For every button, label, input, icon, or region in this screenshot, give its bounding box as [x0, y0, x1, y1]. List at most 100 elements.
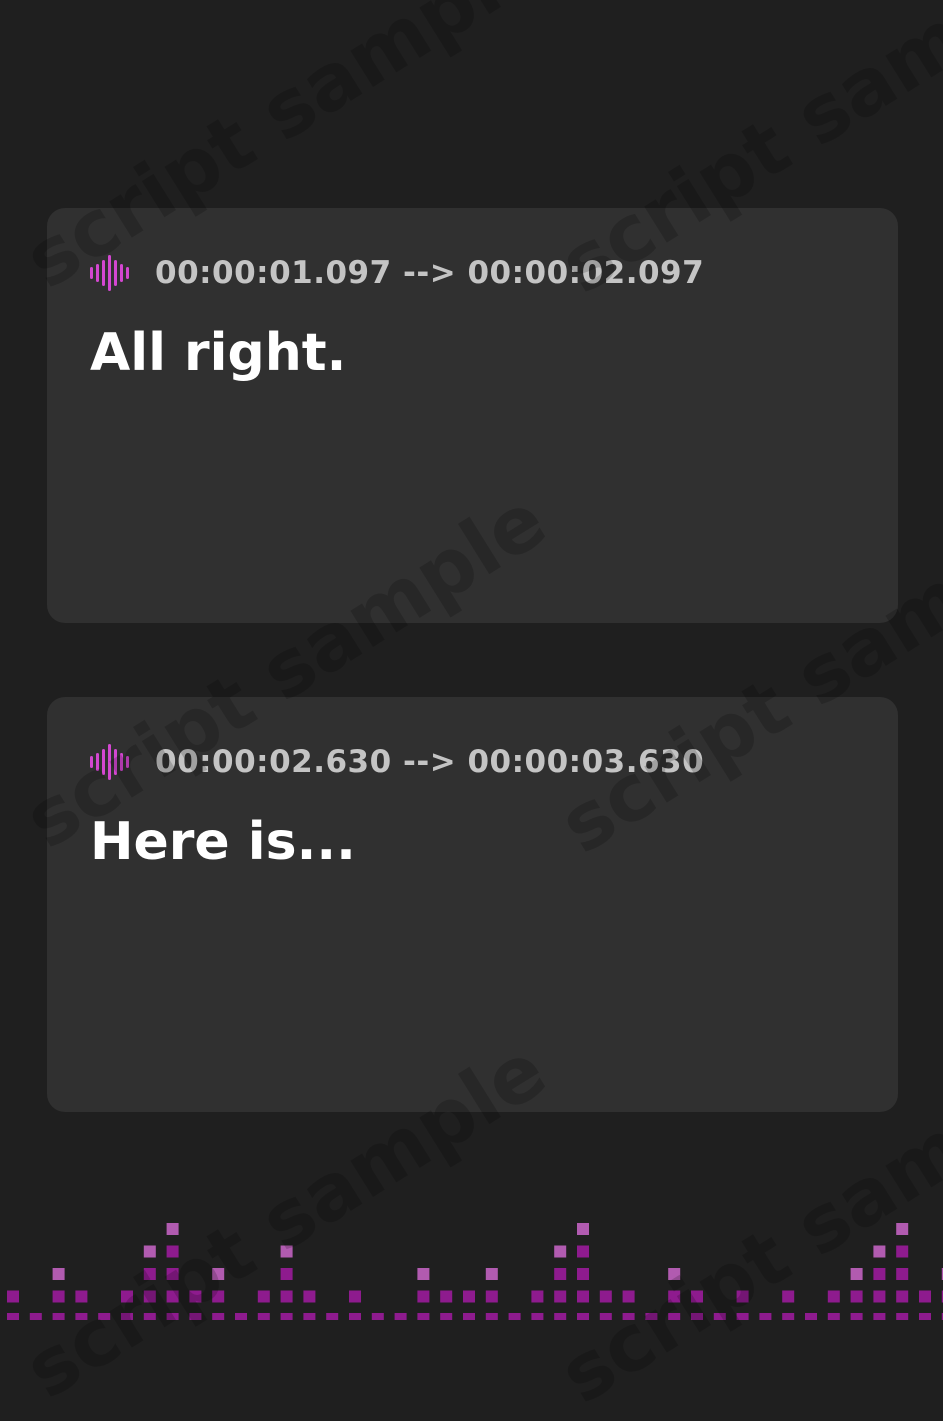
equalizer-square — [257, 1313, 270, 1320]
equalizer-square — [577, 1313, 589, 1320]
equalizer-square — [668, 1290, 681, 1303]
equalizer-square — [349, 1313, 361, 1320]
equalizer-square — [896, 1268, 909, 1280]
equalizer-square — [577, 1223, 589, 1235]
equalizer-bars-icon — [7, 1223, 943, 1320]
equalizer-square — [143, 1245, 156, 1258]
equalizer-square — [166, 1290, 179, 1303]
equalizer-square — [622, 1290, 635, 1303]
equalizer-square — [417, 1290, 430, 1303]
equalizer-square — [326, 1313, 339, 1320]
equalizer-square — [873, 1313, 886, 1320]
subtitle-cue-card[interactable]: 00:00:01.097 --> 00:00:02.097 All right. — [47, 208, 898, 623]
equalizer-square — [257, 1290, 270, 1303]
equalizer-square — [485, 1290, 498, 1303]
equalizer-square — [896, 1313, 909, 1320]
equalizer-square — [668, 1313, 681, 1320]
equalizer-square — [166, 1313, 179, 1320]
equalizer-square — [166, 1223, 179, 1235]
equalizer-square — [873, 1268, 886, 1280]
equalizer-square — [463, 1313, 475, 1320]
equalizer-square — [440, 1313, 453, 1320]
equalizer-square — [508, 1313, 521, 1320]
equalizer-square — [668, 1268, 681, 1280]
equalizer-square — [440, 1290, 453, 1303]
equalizer-square — [463, 1290, 475, 1303]
equalizer-square — [52, 1313, 65, 1320]
cue-header: 00:00:01.097 --> 00:00:02.097 — [89, 254, 704, 292]
cue-text: Here is... — [90, 812, 356, 872]
equalizer-square — [577, 1245, 589, 1258]
equalizer-square — [554, 1313, 567, 1320]
equalizer-square — [873, 1290, 886, 1303]
equalizer-square — [394, 1313, 407, 1320]
equalizer-square — [873, 1245, 886, 1258]
equalizer-square — [143, 1290, 156, 1303]
equalizer-square — [417, 1268, 430, 1280]
equalizer-square — [121, 1313, 133, 1320]
equalizer-square — [75, 1290, 88, 1303]
equalizer-square — [52, 1268, 65, 1280]
equalizer-square — [782, 1313, 795, 1320]
equalizer-square — [166, 1245, 179, 1258]
equalizer-square — [554, 1245, 567, 1258]
equalizer-square — [554, 1268, 567, 1280]
equalizer-square — [212, 1290, 225, 1303]
equalizer-square — [896, 1245, 909, 1258]
equalizer-square — [782, 1290, 795, 1303]
equalizer-square — [805, 1313, 817, 1320]
equalizer-square — [75, 1313, 88, 1320]
equalizer-square — [759, 1313, 772, 1320]
subtitle-cue-card[interactable]: 00:00:02.630 --> 00:00:03.630 Here is... — [47, 697, 898, 1112]
equalizer-square — [280, 1268, 293, 1280]
equalizer-square — [827, 1290, 840, 1303]
equalizer-square — [485, 1268, 498, 1280]
equalizer-square — [121, 1290, 133, 1303]
cue-timestamp: 00:00:02.630 --> 00:00:03.630 — [155, 744, 705, 780]
equalizer-square — [554, 1290, 567, 1303]
equalizer-square — [485, 1313, 498, 1320]
equalizer-square — [691, 1290, 703, 1303]
equalizer-square — [235, 1313, 247, 1320]
audio-waveform-icon — [90, 744, 129, 780]
cue-timestamp: 00:00:01.097 --> 00:00:02.097 — [155, 255, 705, 291]
equalizer-square — [212, 1313, 225, 1320]
equalizer-square — [531, 1313, 544, 1320]
equalizer-square — [599, 1290, 612, 1303]
equalizer-square — [7, 1313, 19, 1320]
equalizer-square — [280, 1313, 293, 1320]
equalizer-square — [736, 1290, 749, 1303]
audio-waveform-icon — [90, 255, 129, 291]
equalizer-square — [371, 1313, 384, 1320]
equalizer-square — [919, 1290, 931, 1303]
equalizer-square — [713, 1313, 726, 1320]
equalizer-square — [52, 1290, 65, 1303]
equalizer-square — [850, 1290, 863, 1303]
equalizer-square — [189, 1290, 202, 1303]
equalizer-square — [349, 1290, 361, 1303]
equalizer-square — [736, 1313, 749, 1320]
equalizer-square — [645, 1313, 658, 1320]
equalizer-square — [919, 1313, 931, 1320]
equalizer-square — [896, 1290, 909, 1303]
equalizer-square — [98, 1313, 111, 1320]
equalizer-square — [143, 1313, 156, 1320]
equalizer-square — [691, 1313, 703, 1320]
equalizer-square — [143, 1268, 156, 1280]
equalizer-square — [577, 1268, 589, 1280]
equalizer-square — [850, 1268, 863, 1280]
equalizer-square — [577, 1290, 589, 1303]
equalizer-square — [599, 1313, 612, 1320]
equalizer-square — [622, 1313, 635, 1320]
equalizer-square — [850, 1313, 863, 1320]
equalizer-square — [212, 1268, 225, 1280]
equalizer-square — [417, 1313, 430, 1320]
equalizer-square — [7, 1290, 19, 1303]
equalizer-square — [531, 1290, 544, 1303]
equalizer-square — [896, 1223, 909, 1235]
equalizer-square — [189, 1313, 202, 1320]
equalizer-square — [827, 1313, 840, 1320]
equalizer-square — [29, 1313, 42, 1320]
cue-header: 00:00:02.630 --> 00:00:03.630 — [89, 743, 704, 781]
equalizer-square — [166, 1268, 179, 1280]
